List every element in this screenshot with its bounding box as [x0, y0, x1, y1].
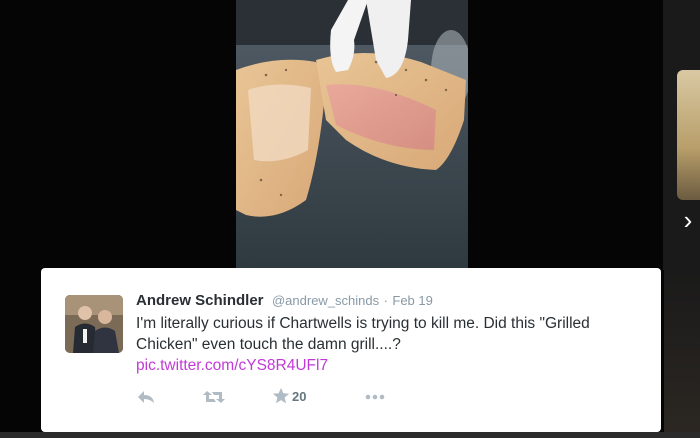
tweet-body: I'm literally curious if Chartwells is t…: [136, 315, 590, 353]
tweet-card: Andrew Schindler @andrew_schinds · Feb 1…: [41, 268, 661, 432]
display-name[interactable]: Andrew Schindler: [136, 292, 264, 309]
tweet-header: Andrew Schindler @andrew_schinds · Feb 1…: [136, 292, 433, 310]
thumbnail-strip: [0, 432, 700, 438]
retweet-button[interactable]: [202, 387, 226, 409]
chevron-right-icon[interactable]: ›: [676, 203, 700, 237]
pic-link[interactable]: pic.twitter.com/cYS8R4UFl7: [136, 355, 641, 376]
more-button[interactable]: [364, 387, 386, 409]
thumbnail-image: [677, 70, 700, 200]
favorite-count: 20: [292, 389, 307, 404]
separator: ·: [383, 293, 388, 308]
tweet-photo[interactable]: [236, 0, 468, 268]
more-icon: [365, 394, 385, 400]
tweet-date[interactable]: Feb 19: [392, 293, 432, 308]
background-thumbnail: [664, 268, 700, 438]
reply-button[interactable]: [136, 387, 156, 409]
user-handle[interactable]: @andrew_schinds: [272, 293, 379, 308]
favorite-button[interactable]: 20: [272, 387, 306, 409]
reply-icon: [138, 391, 154, 403]
tweet-text: I'm literally curious if Chartwells is t…: [136, 313, 641, 376]
avatar[interactable]: [65, 295, 123, 353]
retweet-icon: [203, 391, 225, 403]
star-icon: [272, 387, 290, 404]
